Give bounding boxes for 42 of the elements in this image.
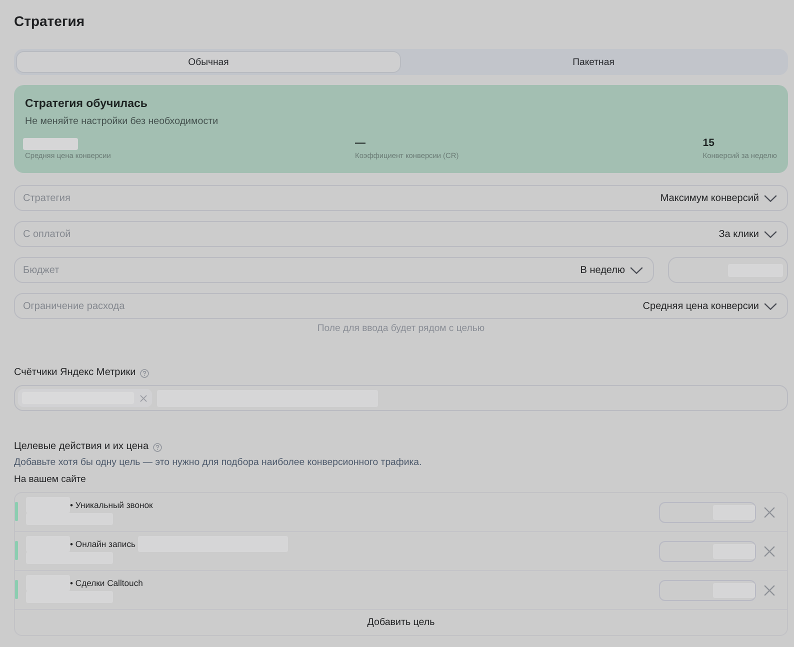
chevron-down-icon (764, 230, 777, 238)
section-description: Добавьте хотя бы одну цель — это нужно для подбора наиболее конверсионного трафика. (14, 456, 422, 470)
price-field[interactable] (659, 502, 756, 522)
close-icon[interactable] (764, 584, 775, 596)
counter-select-field[interactable] (14, 385, 788, 411)
blurred-text (713, 544, 755, 558)
close-icon[interactable] (764, 546, 775, 556)
select-field[interactable]: Бюджет В неделю (14, 257, 654, 283)
metric-value: — (355, 137, 366, 150)
goal-name: • Онлайн запись (70, 538, 136, 551)
section-title: Счётчики Яндекс Метрики (14, 366, 136, 380)
section-title: Целевые действия и их цена (14, 440, 149, 454)
tab[interactable]: Обычная (16, 51, 401, 73)
group-title: На вашем сайте (14, 473, 86, 487)
close-icon[interactable] (764, 506, 775, 518)
help-icon[interactable] (152, 442, 162, 452)
accent-bar-icon (15, 541, 18, 560)
price-field[interactable] (659, 540, 756, 562)
blurred-text (713, 582, 755, 598)
select-field[interactable]: Ограничение расхода Средняя цена конверсии (14, 293, 788, 319)
help-icon[interactable] (140, 368, 149, 378)
amount-field[interactable] (668, 257, 788, 283)
blurred-text (713, 504, 755, 520)
goal-name: • Уникальный звонок (70, 499, 153, 512)
metric-value: 15 (702, 137, 714, 150)
counter-chip[interactable] (18, 389, 152, 407)
price-field[interactable] (659, 580, 756, 600)
card-title: Стратегия обучилась (25, 97, 148, 112)
select-field[interactable]: Стратегия Максимум конверсий (14, 185, 788, 211)
tab[interactable]: Пакетная (401, 51, 786, 73)
accent-bar-icon (15, 502, 18, 521)
select-field[interactable]: С оплатой За клики (14, 221, 788, 247)
chevron-down-icon (764, 302, 777, 310)
hint-text: Поле для ввода будет рядом с целью (316, 322, 486, 336)
chevron-down-icon (630, 266, 643, 274)
close-icon[interactable] (140, 394, 147, 402)
accent-bar-icon (15, 580, 18, 599)
goal-name: • Сделки Calltouch (70, 577, 143, 590)
add-goal-button[interactable]: Добавить цель (15, 610, 787, 635)
page-title: Стратегия (14, 12, 85, 30)
card-subtitle: Не меняйте настройки без необходимости (25, 115, 218, 129)
chevron-down-icon (764, 194, 777, 202)
